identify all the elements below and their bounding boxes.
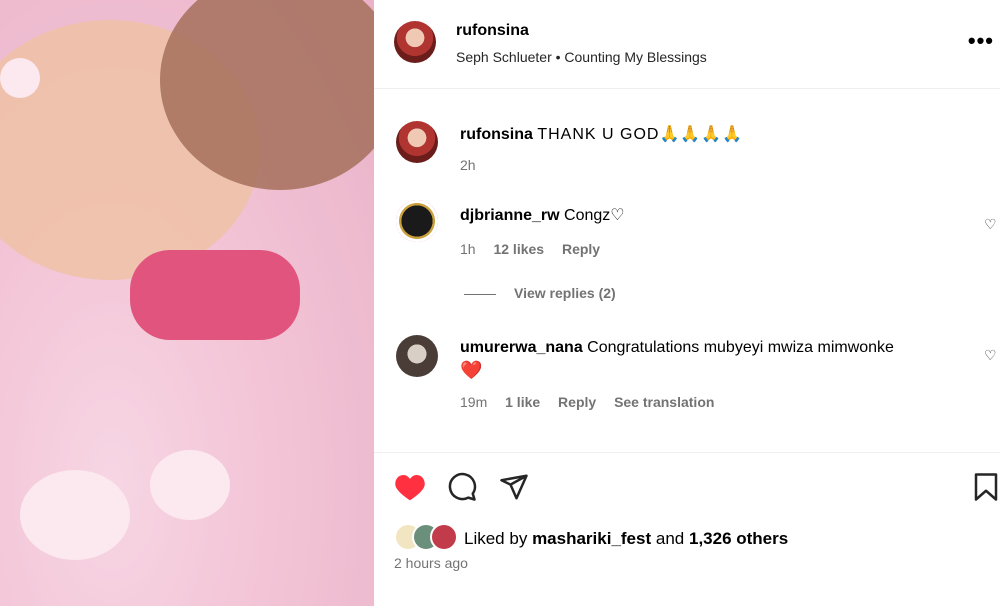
comment-likes[interactable]: 1 like [505,394,540,410]
caption-time: 2h [460,157,476,173]
post-header: rufonsina Seph Schlueter • Counting My B… [374,0,1000,89]
wristband-shape [130,250,300,340]
comment-text: Congz♡ [564,207,625,224]
like-comment-icon[interactable]: ♡ [984,347,998,363]
pompom-shape [0,58,40,98]
like-comment-icon[interactable]: ♡ [984,216,998,232]
save-bookmark-icon[interactable] [972,471,1000,503]
liked-by-user[interactable]: mashariki_fest [532,529,651,548]
post-panel: rufonsina Seph Schlueter • Counting My B… [374,0,1000,606]
red-heart-emoji: ❤️ [460,360,483,380]
post-time-ago[interactable]: 2 hours ago [394,555,468,571]
view-replies-button[interactable]: View replies (2) [464,285,616,301]
comments-list[interactable]: rufonsina THANK U GOD🙏🙏🙏🙏 2h djbrianne_r… [374,89,1000,451]
liked-by-text: Liked by mashariki_fest and 1,326 others [464,529,789,548]
caption-avatar[interactable] [396,121,438,163]
caption-text: THANK U GOD🙏🙏🙏🙏 [537,126,744,143]
comment-time: 19m [460,394,488,410]
comment-text: Congratulations mubyeyi mwiza mimwonke [587,339,894,356]
comment-username[interactable]: umurerwa_nana [460,339,583,356]
post-actions: Liked by mashariki_fest and 1,326 others… [374,452,1000,607]
post-photo [0,0,374,606]
audio-subtitle[interactable]: Seph Schlueter • Counting My Blessings [456,49,707,65]
comment-time: 1h [460,241,476,257]
author-username[interactable]: rufonsina [456,22,529,40]
likes-count[interactable]: 1,326 others [689,529,788,548]
more-options-icon[interactable]: ••• [968,28,994,54]
pompom-shape [20,470,130,560]
pompom-shape [150,450,230,520]
liker-avatar [430,523,458,551]
reply-button[interactable]: Reply [558,394,596,410]
like-heart-icon[interactable] [394,471,426,503]
author-avatar[interactable] [394,21,436,63]
reply-button[interactable]: Reply [562,241,600,257]
commenter-avatar[interactable] [396,200,438,242]
comment-likes[interactable]: 12 likes [493,241,544,257]
see-translation-button[interactable]: See translation [614,394,714,410]
comment-icon[interactable] [446,471,478,503]
caption-username[interactable]: rufonsina [460,126,533,143]
share-icon[interactable] [498,471,530,503]
comment-username[interactable]: djbrianne_rw [460,207,560,224]
commenter-avatar[interactable] [396,335,438,377]
